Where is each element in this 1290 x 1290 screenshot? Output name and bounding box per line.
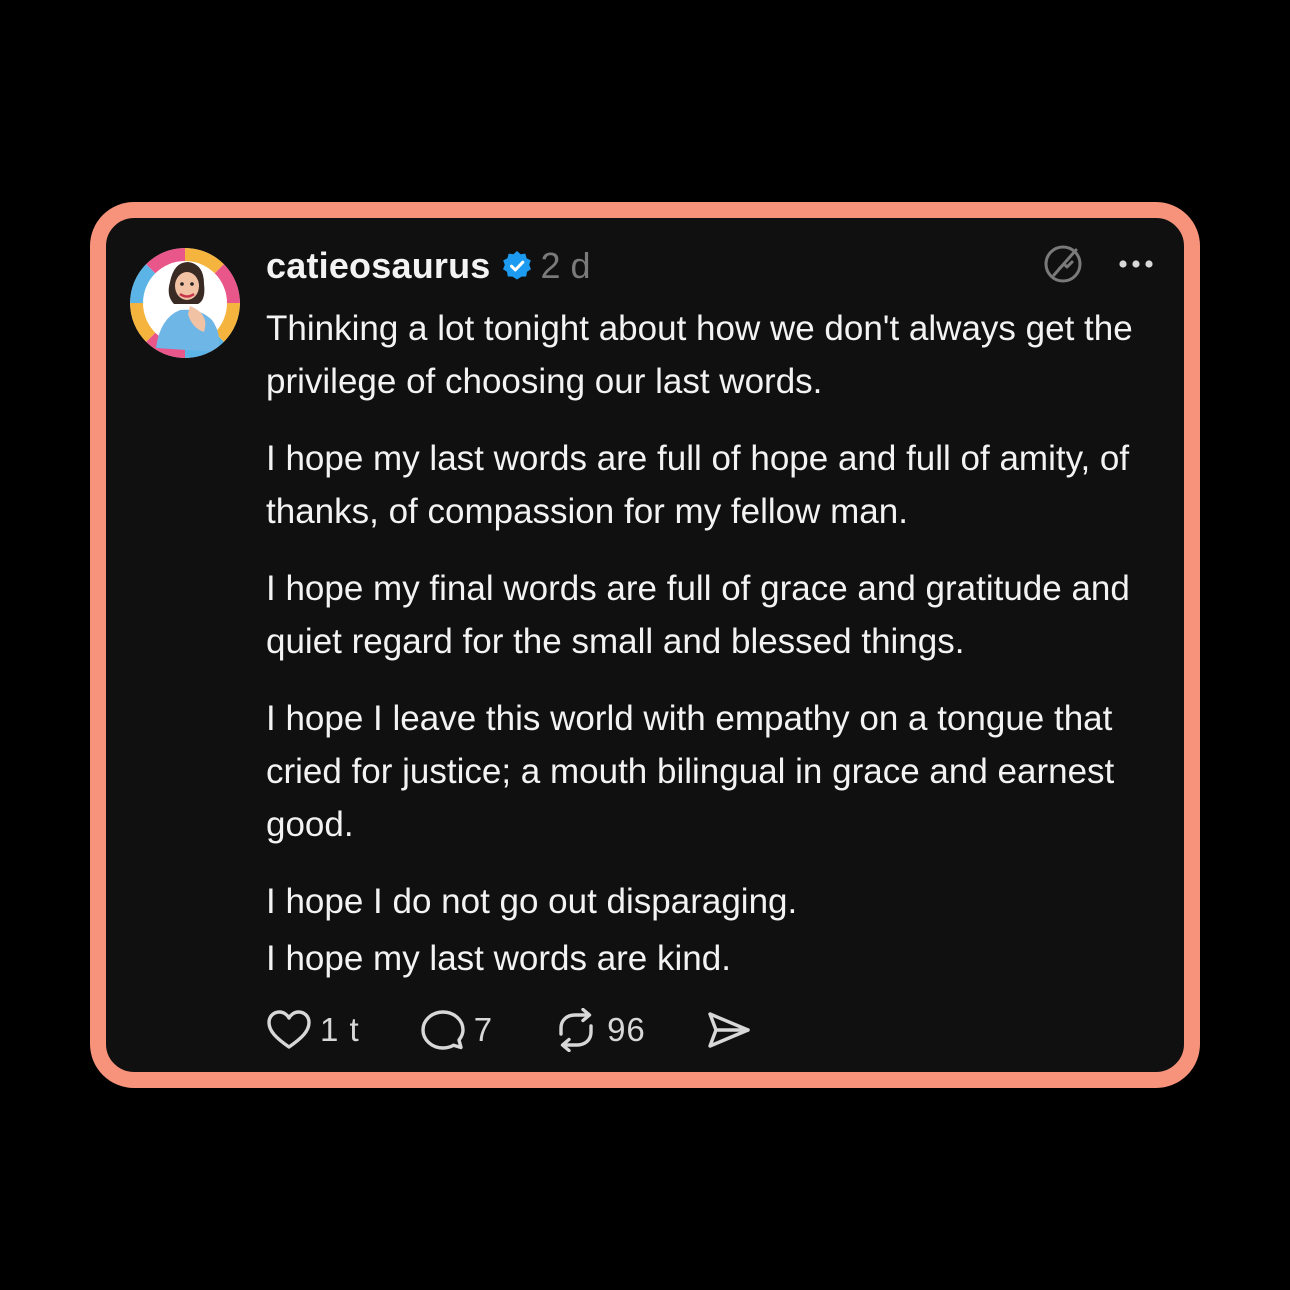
- avatar[interactable]: [130, 248, 240, 358]
- post-top-actions: [1042, 244, 1154, 288]
- post-paragraph: I hope my final words are full of grace …: [266, 569, 1130, 661]
- verified-badge-icon: [501, 250, 533, 282]
- username[interactable]: catieosaurus: [266, 245, 491, 287]
- share-button[interactable]: [706, 1009, 760, 1051]
- comment-icon: [421, 1010, 465, 1050]
- repost-count: 96: [607, 1011, 646, 1048]
- comment-button[interactable]: 7: [420, 1009, 493, 1051]
- post-paragraph: I hope I do not go out disparaging.: [266, 882, 798, 921]
- post-card: catieosaurus 2 d Thinking a lot tonight …: [90, 202, 1200, 1088]
- avatar-illustration: [130, 248, 240, 358]
- post-body: Thinking a lot tonight about how we don'…: [266, 302, 1166, 1009]
- like-button[interactable]: 1 t: [266, 1009, 360, 1051]
- post-timestamp: 2 d: [540, 245, 591, 286]
- post-paragraph: I hope I leave this world with empathy o…: [266, 699, 1115, 844]
- post-paragraph: Thinking a lot tonight about how we don'…: [266, 309, 1133, 401]
- post-header: catieosaurus 2 d: [266, 244, 591, 288]
- repost-button[interactable]: 96: [553, 1008, 646, 1052]
- post-action-bar: 1 t 7 96: [266, 1006, 820, 1054]
- post-paragraph: I hope my last words are full of hope an…: [266, 439, 1130, 531]
- more-icon[interactable]: [1118, 257, 1154, 275]
- repost-icon: [559, 1008, 593, 1052]
- heart-icon: [267, 1010, 311, 1049]
- comment-count: 7: [473, 1011, 494, 1048]
- like-count: 1 t: [320, 1011, 360, 1048]
- post-paragraph: I hope my last words are kind.: [266, 939, 731, 978]
- repost-off-icon[interactable]: [1042, 243, 1084, 290]
- share-icon: [708, 1012, 750, 1048]
